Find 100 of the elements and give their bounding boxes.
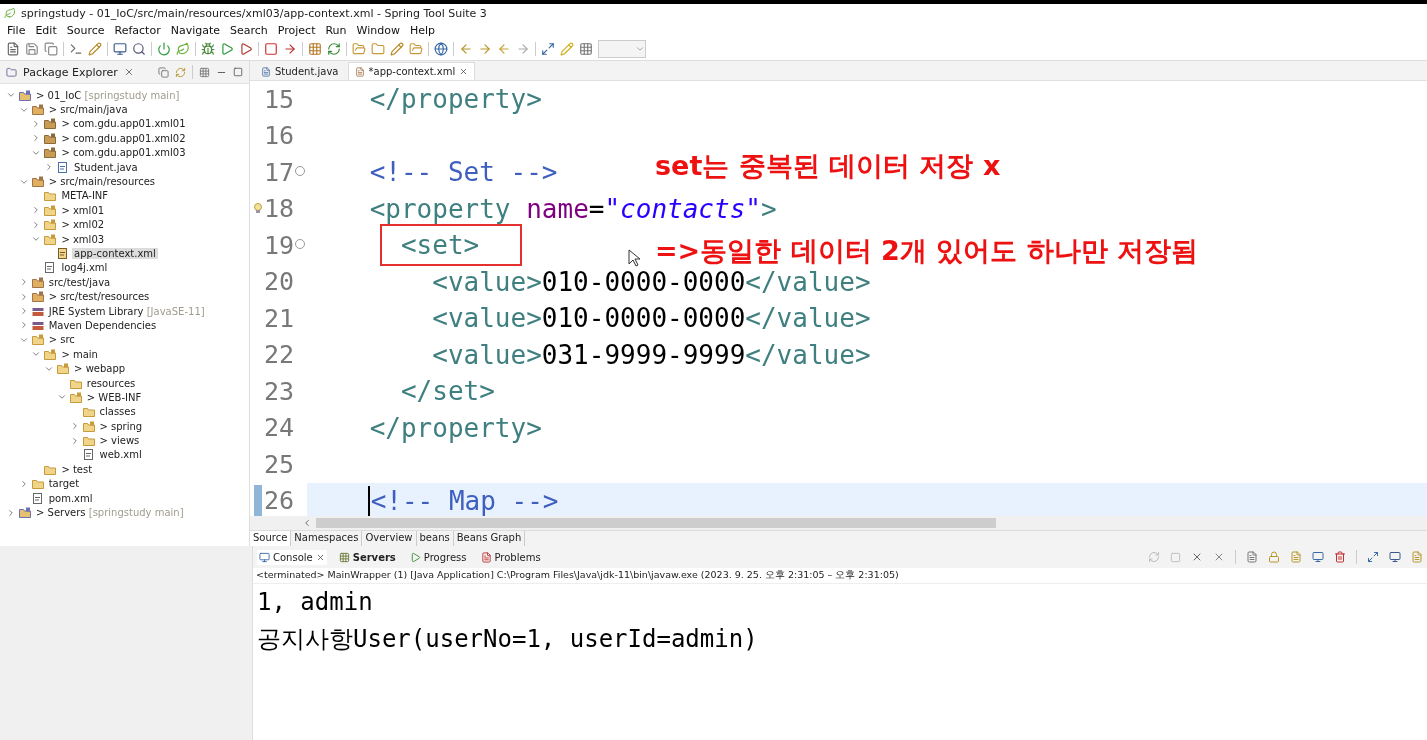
- menu-item[interactable]: Navigate: [165, 23, 225, 37]
- terminal-icon[interactable]: [69, 42, 83, 56]
- menu-item[interactable]: Help: [404, 23, 440, 37]
- tree-item[interactable]: Student.java: [72, 161, 140, 173]
- tree-item[interactable]: > com.gdu.app01.xml02: [59, 132, 188, 144]
- tree-item[interactable]: target: [46, 478, 82, 490]
- tree-item[interactable]: classes: [97, 406, 138, 418]
- redirect-icon[interactable]: [283, 42, 297, 56]
- tree-item[interactable]: log4j.xml: [59, 262, 110, 274]
- refresh-icon[interactable]: [327, 42, 341, 56]
- view-tab[interactable]: Console: [257, 549, 327, 565]
- tree-item[interactable]: > src/main/resources: [46, 176, 158, 188]
- menu-item[interactable]: Source: [61, 23, 110, 37]
- menu-item[interactable]: Project: [272, 23, 321, 37]
- tree-item[interactable]: META-INF: [59, 190, 111, 202]
- show-on-error-icon[interactable]: [1334, 551, 1346, 563]
- monitor-icon[interactable]: [113, 42, 127, 56]
- scrollbar-thumb[interactable]: [316, 518, 996, 528]
- expand-chevron-icon[interactable]: [6, 507, 16, 518]
- show-on-output-icon[interactable]: [1312, 551, 1324, 563]
- menu-item[interactable]: Window: [351, 23, 405, 37]
- clear-console-icon[interactable]: [1246, 551, 1258, 563]
- folder-icon[interactable]: [371, 42, 385, 56]
- tree-item[interactable]: > views: [97, 435, 142, 447]
- new-console-icon[interactable]: [1411, 551, 1423, 563]
- word-wrap-icon[interactable]: [1290, 551, 1302, 563]
- tree-item[interactable]: resources: [84, 377, 138, 389]
- save-icon[interactable]: [25, 42, 39, 56]
- view-tab[interactable]: Servers: [336, 549, 398, 565]
- highlighter-icon[interactable]: [560, 42, 574, 56]
- close-icon[interactable]: [315, 552, 325, 562]
- menu-item[interactable]: Run: [320, 23, 352, 37]
- maximize-icon[interactable]: [233, 67, 243, 77]
- menu-item[interactable]: Refactor: [109, 23, 166, 37]
- close-icon[interactable]: [459, 67, 469, 76]
- tree-item[interactable]: > 01_IoC [springstudy main]: [34, 89, 182, 101]
- tree-item[interactable]: Maven Dependencies: [46, 319, 159, 331]
- globe-icon[interactable]: [434, 42, 448, 56]
- tree-item[interactable]: > com.gdu.app01.xml01: [59, 118, 188, 130]
- close-icon[interactable]: [123, 67, 134, 77]
- play-icon[interactable]: [220, 42, 234, 56]
- toolbar-combo[interactable]: [598, 40, 646, 58]
- pencil-icon[interactable]: [88, 42, 102, 56]
- scroll-lock-icon[interactable]: [1268, 551, 1280, 563]
- dots-icon[interactable]: [579, 42, 593, 56]
- link-editor-icon[interactable]: [175, 66, 186, 78]
- tree-item[interactable]: > src: [46, 334, 77, 346]
- remove-icon[interactable]: [1191, 551, 1203, 563]
- tree-item[interactable]: > test: [59, 463, 95, 475]
- tree-item[interactable]: > webapp: [72, 363, 128, 375]
- tree-item[interactable]: app-context.xml: [72, 248, 158, 259]
- view-tab[interactable]: Problems: [478, 549, 543, 565]
- run-config-icon[interactable]: [239, 42, 253, 56]
- line-number: 25: [264, 449, 295, 479]
- open-folder-icon[interactable]: [352, 42, 366, 56]
- editor-tab[interactable]: Student.java: [254, 62, 346, 80]
- scroll-left-icon[interactable]: [302, 518, 312, 528]
- tree-item[interactable]: web.xml: [97, 449, 144, 461]
- tree-item[interactable]: > xml01: [59, 204, 107, 216]
- collapse-all-icon[interactable]: [158, 66, 169, 78]
- tree-item[interactable]: > spring: [97, 420, 145, 432]
- marker-icon[interactable]: [390, 42, 404, 56]
- menu-item[interactable]: Edit: [30, 23, 62, 37]
- pin-console-icon[interactable]: [1367, 551, 1379, 563]
- remove-all-icon[interactable]: [1213, 551, 1225, 563]
- tree-item[interactable]: > src/main/java: [46, 104, 130, 116]
- tree-item[interactable]: src/test/java: [46, 276, 113, 288]
- previous-icon[interactable]: [497, 42, 511, 56]
- text-cursor: [367, 485, 370, 516]
- view-menu-icon[interactable]: [199, 66, 210, 78]
- display-console-icon[interactable]: [1389, 551, 1401, 563]
- bug-icon[interactable]: [201, 42, 215, 56]
- grid-icon[interactable]: [308, 42, 322, 56]
- menu-item[interactable]: Search: [225, 23, 273, 37]
- tree-item[interactable]: JRE System Library [JavaSE-11]: [46, 305, 207, 317]
- tree-item[interactable]: > xml02: [59, 219, 107, 231]
- next-icon[interactable]: [516, 42, 530, 56]
- open-type-icon[interactable]: [409, 42, 423, 56]
- tree-item[interactable]: > WEB-INF: [84, 391, 144, 403]
- menu-item[interactable]: File: [2, 23, 31, 37]
- editor-tab[interactable]: *app-context.xml: [347, 62, 476, 80]
- tree-item[interactable]: > xml03: [59, 233, 107, 245]
- power-icon[interactable]: [157, 42, 171, 56]
- forward-icon[interactable]: [478, 42, 492, 56]
- back-icon[interactable]: [459, 42, 473, 56]
- tree-item[interactable]: pom.xml: [46, 492, 95, 504]
- tree-item[interactable]: > com.gdu.app01.xml03: [59, 147, 188, 159]
- editor-page-tab[interactable]: Source: [250, 531, 292, 546]
- tree-item[interactable]: > main: [59, 348, 100, 360]
- perspective-icon[interactable]: [541, 42, 555, 56]
- new-file-icon[interactable]: [6, 42, 20, 56]
- tree-item[interactable]: > src/test/resources: [46, 291, 152, 303]
- dropdown-caret-icon[interactable]: [635, 44, 645, 54]
- search-icon[interactable]: [132, 42, 146, 56]
- copy-icon[interactable]: [44, 42, 58, 56]
- view-tab[interactable]: Progress: [407, 549, 469, 565]
- refresh-icon[interactable]: [1148, 551, 1160, 563]
- stop-icon[interactable]: [264, 42, 278, 56]
- leaf-icon[interactable]: [176, 42, 190, 56]
- tree-item[interactable]: > Servers [springstudy main]: [34, 507, 186, 518]
